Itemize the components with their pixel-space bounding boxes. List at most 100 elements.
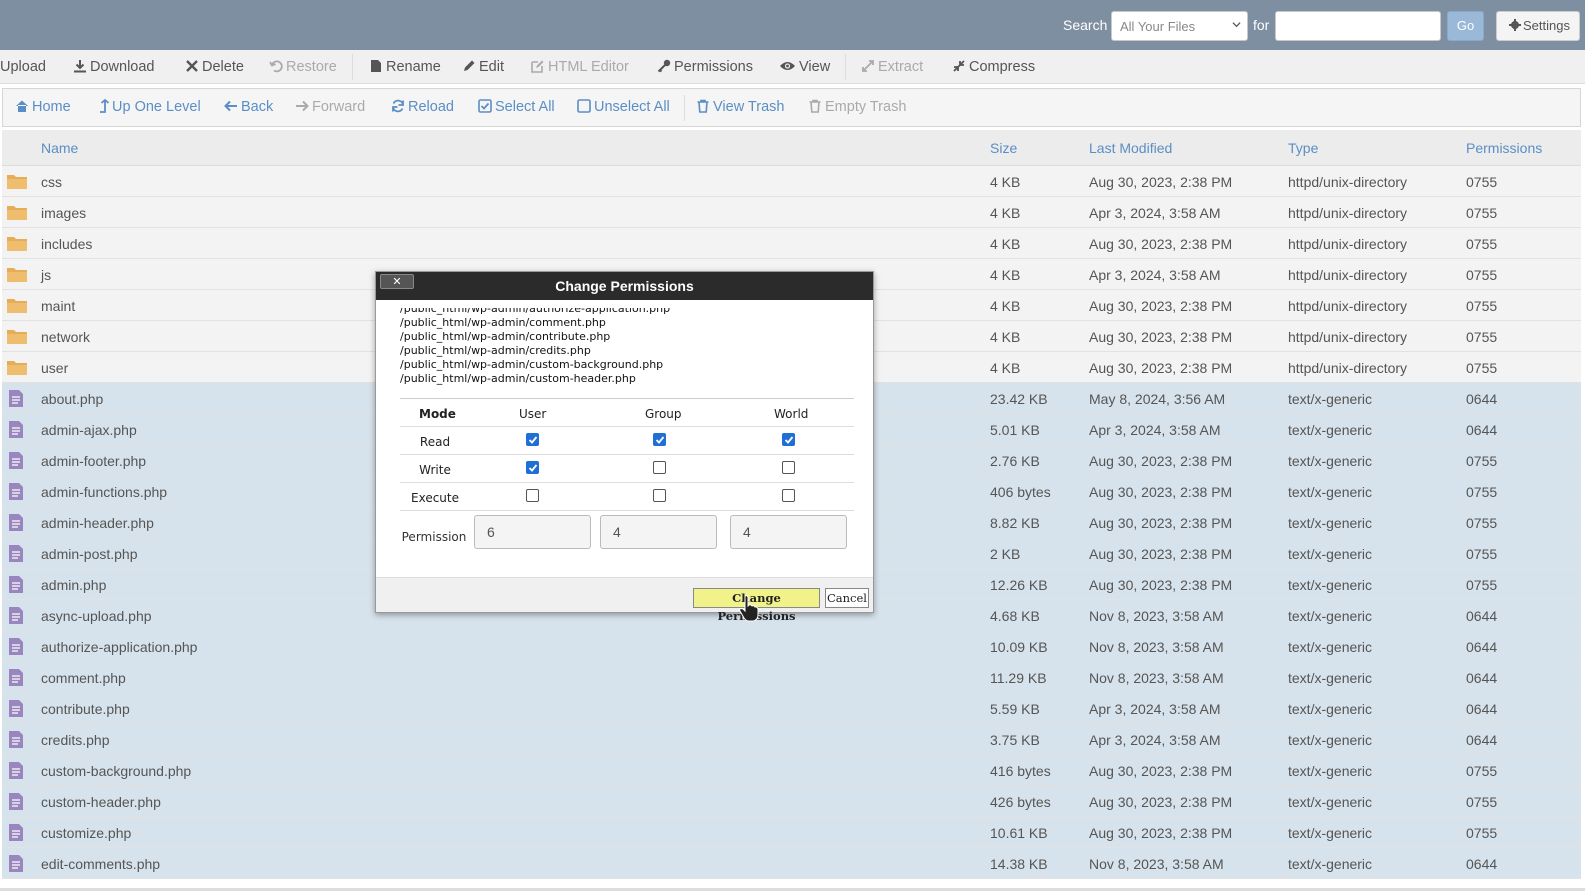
read-world-checkbox[interactable]	[782, 433, 795, 446]
file-permissions: 0755	[1466, 360, 1498, 376]
cancel-button[interactable]: Cancel	[825, 588, 869, 608]
edit-button[interactable]: Edit	[462, 59, 504, 75]
settings-button[interactable]: Settings	[1496, 11, 1580, 41]
rename-button[interactable]: Rename	[369, 59, 441, 75]
reload-button[interactable]: Reload	[391, 99, 454, 115]
world-permission-input[interactable]	[730, 515, 847, 549]
file-name[interactable]: images	[41, 205, 86, 221]
table-row[interactable]: custom-background.php 416 bytes Aug 30, 20…	[2, 755, 1581, 786]
table-row[interactable]: authorize-application.php 10.09 KB Nov 8, …	[2, 631, 1581, 662]
file-name[interactable]: admin-footer.php	[41, 453, 146, 469]
table-row[interactable]: credits.php 3.75 KB Apr 3, 2024, 3:58 AM te…	[2, 724, 1581, 755]
file-type: text/x-generic	[1288, 391, 1373, 407]
column-header-permissions[interactable]: Permissions	[1466, 140, 1542, 156]
file-last-modified: Nov 8, 2023, 3:58 AM	[1089, 856, 1224, 872]
download-button[interactable]: Download	[73, 59, 155, 75]
write-world-checkbox[interactable]	[782, 461, 795, 474]
write-user-checkbox[interactable]	[526, 461, 539, 474]
file-name[interactable]: async-upload.php	[41, 608, 152, 624]
file-name[interactable]: custom-header.php	[41, 794, 161, 810]
up-one-level-button[interactable]: Up One Level	[99, 99, 201, 115]
file-type: text/x-generic	[1288, 422, 1373, 438]
square-icon	[577, 99, 591, 113]
table-row[interactable]: css 4 KB Aug 30, 2023, 2:38 PM httpd/unix-d…	[2, 166, 1581, 197]
file-last-modified: Apr 3, 2024, 3:58 AM	[1089, 422, 1221, 438]
file-permissions: 0755	[1466, 453, 1498, 469]
extract-button[interactable]: Extract	[861, 59, 923, 75]
for-label: for	[1253, 17, 1270, 33]
file-name[interactable]: css	[41, 174, 62, 190]
select-all-button[interactable]: Select All	[478, 99, 555, 115]
group-permission-input[interactable]	[600, 515, 717, 549]
file-name[interactable]: network	[41, 329, 90, 345]
table-row[interactable]: includes 4 KB Aug 30, 2023, 2:38 PM httpd/u…	[2, 228, 1581, 259]
execute-group-checkbox[interactable]	[653, 489, 666, 502]
home-button[interactable]: Home	[15, 99, 71, 115]
file-name[interactable]: js	[41, 267, 51, 283]
file-name[interactable]: includes	[41, 236, 92, 252]
column-header-name[interactable]: Name	[41, 140, 78, 156]
unselect-all-button[interactable]: Unselect All	[577, 99, 670, 115]
read-user-checkbox[interactable]	[526, 433, 539, 446]
delete-button[interactable]: Delete	[185, 59, 244, 75]
table-row[interactable]: customize.php 10.61 KB Aug 30, 2023, 2:38 …	[2, 817, 1581, 848]
table-row[interactable]: images 4 KB Apr 3, 2024, 3:58 AM httpd/unix…	[2, 197, 1581, 228]
file-last-modified: Aug 30, 2023, 2:38 PM	[1089, 329, 1233, 345]
refresh-icon	[392, 99, 404, 113]
column-header-size[interactable]: Size	[990, 140, 1017, 156]
search-scope-select[interactable]: All Your Files	[1111, 11, 1248, 41]
execute-world-checkbox[interactable]	[782, 489, 795, 502]
upload-button[interactable]: Upload	[0, 59, 46, 75]
html-editor-button[interactable]: HTML Editor	[531, 59, 629, 75]
file-name[interactable]: authorize-application.php	[41, 639, 197, 655]
file-type: text/x-generic	[1288, 453, 1373, 469]
compress-button[interactable]: Compress	[952, 59, 1035, 75]
selected-files-list[interactable]: /public_html/wp-admin/authorize-applicat…	[400, 308, 852, 398]
search-input[interactable]	[1275, 11, 1441, 41]
view-trash-button[interactable]: View Trash	[696, 99, 784, 115]
file-size: 23.42 KB	[990, 391, 1048, 407]
file-size: 12.26 KB	[990, 577, 1048, 593]
file-size: 4 KB	[990, 329, 1021, 345]
file-name[interactable]: admin-header.php	[41, 515, 154, 531]
arrow-left-icon	[224, 100, 237, 112]
dialog-close-button[interactable]: ✕	[380, 274, 414, 289]
table-row[interactable]: comment.php 11.29 KB Nov 8, 2023, 3:58 AM t…	[2, 662, 1581, 693]
forward-button[interactable]: Forward	[295, 99, 365, 115]
file-name[interactable]: comment.php	[41, 670, 126, 686]
view-trash-label: View Trash	[713, 99, 785, 115]
file-name[interactable]: customize.php	[41, 825, 131, 841]
write-group-checkbox[interactable]	[653, 461, 666, 474]
file-type: httpd/unix-directory	[1288, 236, 1408, 252]
file-name[interactable]: admin.php	[41, 577, 106, 593]
file-permissions: 0644	[1466, 391, 1498, 407]
table-row[interactable]: contribute.php 5.59 KB Apr 3, 2024, 3:58 A…	[2, 693, 1581, 724]
file-name[interactable]: maint	[41, 298, 75, 314]
table-row[interactable]: custom-header.php 426 bytes Aug 30, 2023, …	[2, 786, 1581, 817]
user-permission-input[interactable]	[474, 515, 591, 549]
table-row[interactable]: edit-comments.php 14.38 KB Nov 8, 2023, 3:…	[2, 848, 1581, 879]
file-name[interactable]: user	[41, 360, 68, 376]
read-group-checkbox[interactable]	[653, 433, 666, 446]
file-last-modified: Aug 30, 2023, 2:38 PM	[1089, 546, 1233, 562]
view-button[interactable]: View	[779, 59, 830, 75]
file-name[interactable]: custom-background.php	[41, 763, 191, 779]
file-size: 426 bytes	[990, 794, 1051, 810]
back-button[interactable]: Back	[224, 99, 273, 115]
file-name[interactable]: credits.php	[41, 732, 109, 748]
file-name[interactable]: about.php	[41, 391, 103, 407]
file-name[interactable]: edit-comments.php	[41, 856, 160, 872]
execute-user-checkbox[interactable]	[526, 489, 539, 502]
file-name[interactable]: admin-ajax.php	[41, 422, 137, 438]
column-header-type[interactable]: Type	[1288, 140, 1318, 156]
file-name[interactable]: admin-post.php	[41, 546, 138, 562]
file-type: text/x-generic	[1288, 484, 1373, 500]
permissions-button[interactable]: Permissions	[657, 59, 753, 75]
empty-trash-button[interactable]: Empty Trash	[808, 99, 906, 115]
restore-button[interactable]: Restore	[269, 59, 337, 75]
gear-icon	[1509, 19, 1521, 31]
file-name[interactable]: contribute.php	[41, 701, 130, 717]
go-button[interactable]: Go	[1447, 11, 1484, 41]
column-header-last-modified[interactable]: Last Modified	[1089, 140, 1172, 156]
file-name[interactable]: admin-functions.php	[41, 484, 167, 500]
